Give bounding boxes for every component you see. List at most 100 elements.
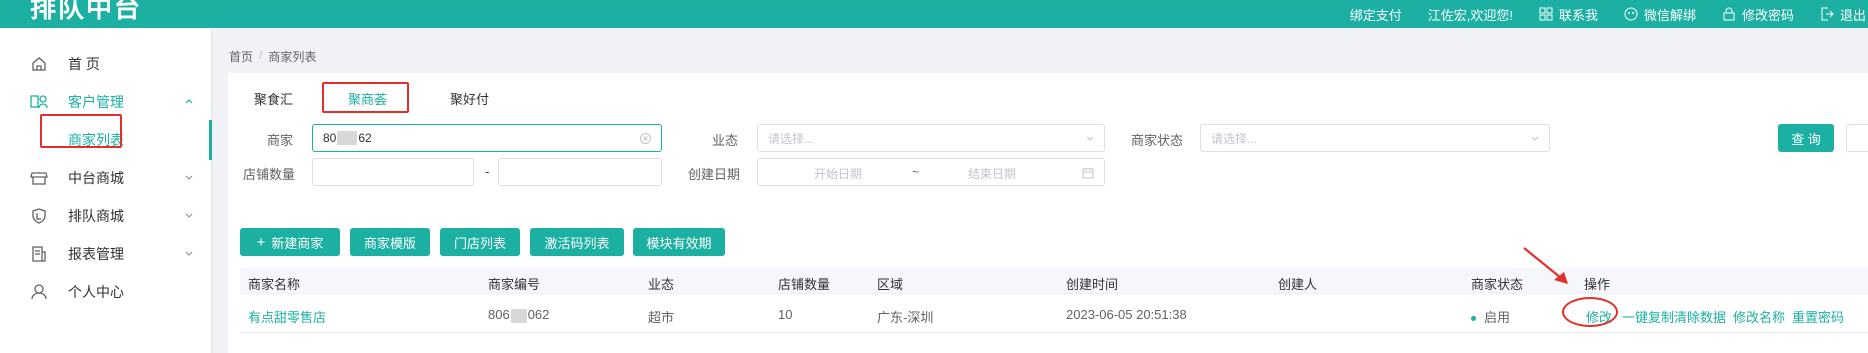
column-header: 操作 [1584, 277, 1611, 292]
new-merchant-button[interactable]: + 新建商家 [240, 228, 340, 256]
contact-label: 联系我 [1558, 7, 1598, 23]
industry-placeholder: 请选择... [768, 131, 815, 146]
module-validity-button[interactable]: 模块有效期 [633, 228, 725, 256]
code-start: 806 [488, 307, 510, 322]
industry-label: 业态 [712, 133, 739, 148]
created-date-label: 创建日期 [688, 167, 741, 182]
status-placeholder: 请选择... [1211, 131, 1258, 146]
activation-code-list-button[interactable]: 激活码列表 [530, 228, 624, 256]
redacted-mask [510, 308, 527, 323]
report-icon [30, 245, 48, 263]
status-dot [1471, 316, 1476, 322]
shop-count-max-input[interactable] [498, 158, 662, 186]
code-end: 062 [527, 307, 550, 322]
sidebar: 首 页 客户管理 商家列表 中台商城 排队商城 报表管理 个人中心 [0, 28, 212, 353]
sidebar-item-profile[interactable]: 个人中心 [0, 272, 212, 312]
sidebar-item-label: 首 页 [68, 56, 100, 72]
region-cell: 广东-深圳 [877, 310, 934, 325]
clear-data-link[interactable]: 清除数据 [1674, 307, 1726, 326]
merchant-search-input[interactable]: 80 62 [312, 124, 662, 152]
tab-jushihui[interactable]: 聚食汇 [254, 89, 293, 108]
reset-password-link[interactable]: 重置密码 [1792, 307, 1844, 326]
welcome-text: 江佐宏,欢迎您! [1427, 7, 1513, 23]
merchant-name-link[interactable]: 有点甜零售店 [248, 307, 326, 326]
industry-select[interactable]: 请选择... [757, 124, 1105, 152]
table-header: 商家名称 商家编号 业态 店铺数量 区域 创建时间 创建人 商家状态 操作 [240, 268, 1868, 294]
rename-link[interactable]: 修改名称 [1733, 307, 1785, 326]
table-row: 有点甜零售店 806 062 超市 10 广东-深圳 2023-06-05 20:… [240, 295, 1868, 333]
sidebar-item-label: 报表管理 [68, 246, 124, 262]
start-date-placeholder: 开始日期 [814, 167, 863, 181]
sidebar-item-label: 中台商城 [68, 170, 124, 186]
column-header: 商家名称 [248, 277, 301, 292]
breadcrumb-separator: / [259, 48, 263, 62]
merchant-value-start: 80 [323, 131, 337, 145]
bind-pay-link[interactable]: 绑定支付 [1350, 5, 1402, 24]
chevron-down-icon [185, 213, 193, 218]
one-click-copy-link[interactable]: 一键复制 [1622, 307, 1674, 326]
merchant-template-button[interactable]: 商家模版 [350, 228, 430, 256]
date-separator: ~ [912, 165, 920, 179]
chevron-up-icon [185, 99, 193, 104]
store-list-button[interactable]: 门店列表 [440, 228, 520, 256]
active-indicator [209, 120, 212, 160]
sidebar-item-mall[interactable]: 中台商城 [0, 158, 212, 198]
redacted-mask [337, 131, 358, 145]
wechat-icon [1624, 7, 1638, 21]
shop-count-label: 店铺数量 [243, 167, 296, 182]
chevron-down-icon [1531, 136, 1539, 141]
user-icon [30, 283, 48, 301]
column-header: 店铺数量 [778, 277, 831, 292]
column-header: 创建时间 [1066, 277, 1119, 292]
status-select[interactable]: 请选择... [1200, 124, 1550, 152]
top-nav: 绑定支付 江佐宏,欢迎您! 联系我 微信解绑 修改密码 退出 [1350, 0, 1868, 28]
new-merchant-label: 新建商家 [271, 235, 324, 251]
sidebar-item-queue-mall[interactable]: 排队商城 [0, 196, 212, 236]
shop-count-min-input[interactable] [312, 158, 474, 186]
tab-juhaofu[interactable]: 聚好付 [450, 89, 489, 108]
end-date-placeholder: 结束日期 [968, 167, 1017, 181]
status-text: 启用 [1484, 310, 1511, 325]
range-dash: - [485, 164, 490, 179]
change-password-link[interactable]: 修改密码 [1722, 5, 1794, 24]
change-password-label: 修改密码 [1741, 7, 1794, 23]
store-icon [30, 169, 48, 187]
chevron-down-icon [1086, 136, 1094, 141]
sidebar-item-reports[interactable]: 报表管理 [0, 234, 212, 274]
created-date-range[interactable]: 开始日期 ~ 结束日期 [757, 158, 1105, 186]
clear-icon[interactable] [640, 133, 651, 144]
annotation-box-sidebar [40, 114, 122, 148]
column-header: 商家编号 [488, 277, 541, 292]
logout-link[interactable]: 退出 [1820, 5, 1866, 24]
industry-cell: 超市 [648, 310, 675, 325]
plus-icon: + [256, 233, 266, 251]
sidebar-item-label: 客户管理 [68, 94, 124, 110]
reset-button[interactable] [1846, 124, 1868, 152]
sidebar-item-home[interactable]: 首 页 [0, 44, 212, 84]
calendar-icon [1082, 168, 1094, 179]
chevron-down-icon [185, 175, 193, 180]
shield-icon [30, 207, 48, 225]
lock-icon [1723, 7, 1735, 21]
annotation-arrow-icon [1523, 247, 1568, 284]
wechat-unbind-label: 微信解绑 [1643, 7, 1696, 23]
chevron-down-icon [185, 251, 193, 256]
top-header: 排队中台 绑定支付 江佐宏,欢迎您! 联系我 微信解绑 修改密码 退出 [0, 0, 1868, 28]
annotation-box-tab [322, 82, 409, 113]
column-header: 创建人 [1278, 277, 1318, 292]
annotation-ellipse [1562, 297, 1618, 327]
status-cell: 启用 [1471, 307, 1510, 326]
column-header: 业态 [648, 277, 675, 292]
column-header: 区域 [877, 277, 904, 292]
breadcrumb-home[interactable]: 首页 [229, 48, 253, 65]
logout-label: 退出 [1839, 7, 1866, 23]
column-header: 商家状态 [1471, 277, 1524, 292]
status-label: 商家状态 [1131, 133, 1184, 148]
breadcrumb-current: 商家列表 [268, 50, 317, 64]
contact-link[interactable]: 联系我 [1539, 5, 1598, 24]
query-button[interactable]: 查 询 [1778, 124, 1834, 152]
sidebar-item-label: 个人中心 [68, 284, 124, 300]
sidebar-item-label: 排队商城 [68, 208, 124, 224]
merchant-code-cell: 806 062 [488, 307, 549, 323]
wechat-unbind-link[interactable]: 微信解绑 [1624, 5, 1696, 24]
